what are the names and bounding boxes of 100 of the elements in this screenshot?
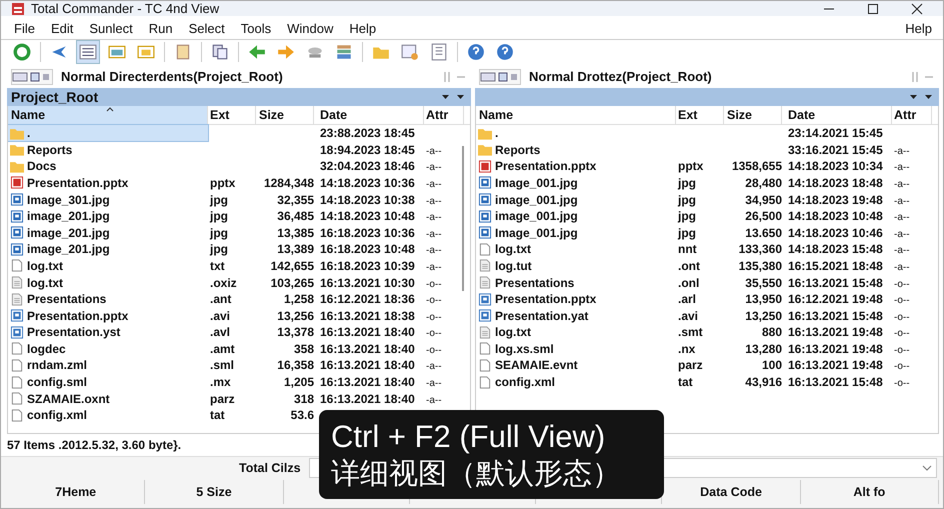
file-attributes: -a-- — [894, 146, 910, 157]
file-ext: jpg — [210, 209, 228, 224]
file-date: 18:94.2023 18:45 — [320, 142, 415, 157]
file-ext: jpg — [678, 176, 696, 190]
file-size: 35,550 — [745, 276, 782, 290]
file-attributes: -a-- — [894, 228, 910, 240]
file-attributes: -a-- — [426, 212, 442, 224]
file-ext: jpg — [210, 242, 228, 256]
file-date: 16:13.2021 10:30 — [320, 276, 415, 290]
file-size: 43,916 — [745, 375, 782, 390]
file-attributes: -a-- — [894, 162, 910, 174]
file-size: 13,378 — [277, 325, 314, 340]
file-attributes: -a-- — [426, 262, 442, 273]
file-attributes: -a-- — [894, 196, 910, 207]
file-ext: tat — [210, 408, 225, 422]
file-ext: .ont — [678, 258, 700, 273]
file-attributes: -o-- — [894, 295, 910, 306]
file-size: 1,258 — [284, 292, 314, 306]
file-ext: jpg — [210, 226, 228, 240]
file-ext: .amt — [210, 342, 235, 356]
file-attributes: -a-- — [426, 361, 442, 372]
file-size: 133,360 — [738, 242, 782, 256]
panel-title: Normal Directerdents(Project_Root) — [61, 69, 283, 84]
file-attributes: -a-- — [426, 178, 442, 190]
file-size: 358 — [294, 342, 314, 356]
file-size: 34,950 — [745, 192, 782, 207]
file-size: 13,950 — [745, 292, 782, 306]
file-attributes: -a-- — [894, 178, 910, 190]
file-attributes: -a-- — [894, 212, 910, 224]
file-attributes: -o-- — [894, 361, 910, 372]
file-attributes: -a-- — [426, 196, 442, 207]
file-attributes: -o-- — [894, 328, 910, 340]
file-date: 14:18.2023 10:46 — [788, 226, 883, 240]
file-size: 142,655 — [270, 258, 314, 273]
file-size: 53.6 — [290, 408, 314, 422]
file-date: 16:13.2021 19:48 — [788, 325, 883, 340]
file-date: 14:18.2023 15:48 — [788, 242, 883, 256]
file-date: 16:18.2023 10:36 — [320, 226, 415, 240]
file-attributes: -o-- — [894, 344, 910, 356]
file-ext: tat — [678, 375, 693, 390]
file-ext: .avi — [210, 308, 230, 323]
file-attributes: -a-- — [426, 228, 442, 240]
file-attributes: -a-- — [894, 262, 910, 273]
file-size: 13,256 — [277, 308, 314, 323]
file-ext: txt — [210, 258, 225, 273]
file-ext: pptx — [678, 159, 704, 174]
file-ext: nnt — [678, 242, 697, 256]
file-size: 1358,655 — [732, 159, 782, 174]
file-date: 16:13.2021 15:48 — [788, 308, 883, 323]
file-size: 28,480 — [745, 176, 782, 190]
window-title: Total Commander - TC 4nd View — [31, 1, 220, 16]
file-date: 16:13.2021 18:40 — [320, 358, 415, 372]
file-size: 135,380 — [738, 258, 782, 273]
file-date: 23:88.2023 18:45 — [320, 126, 415, 140]
file-attributes: -o-- — [894, 312, 910, 323]
file-date: 16:18.2023 10:39 — [320, 258, 415, 273]
path-text: Project_Root — [11, 88, 98, 105]
file-date: 14:18.2023 19:48 — [788, 192, 883, 207]
file-size: 13,250 — [745, 308, 782, 323]
file-date: 32:04.2023 18:46 — [320, 159, 415, 174]
file-date: 14:18.2023 10:48 — [320, 209, 415, 224]
caption-text: 详细视图（默认形态） — [331, 454, 621, 490]
caption-text: Ctrl + F2 (Full View) — [331, 418, 606, 454]
file-size: 318 — [294, 392, 314, 406]
file-attributes: -o-- — [894, 378, 910, 390]
file-attributes: -o-- — [426, 344, 442, 356]
file-attributes: -a-- — [426, 394, 442, 406]
file-date: 16:13.2021 19:48 — [788, 342, 883, 356]
file-ext: .arl — [678, 292, 696, 306]
file-size: 13,389 — [277, 242, 314, 256]
file-ext: .smt — [678, 325, 703, 340]
file-ext: jpg — [210, 192, 228, 207]
file-size: 880 — [762, 325, 782, 340]
file-attributes: -a-- — [894, 245, 910, 256]
file-ext: parz — [678, 358, 703, 372]
file-date: 16:15.2021 18:48 — [788, 258, 883, 273]
file-ext: pptx — [210, 176, 236, 190]
file-attributes: -o-- — [426, 278, 442, 290]
file-ext: .mx — [210, 375, 231, 390]
file-date: 16:18.2023 10:48 — [320, 242, 415, 256]
file-attributes: -o-- — [894, 278, 910, 290]
file-size: 36,485 — [277, 209, 314, 224]
file-date: 23:14.2021 15:45 — [788, 126, 883, 140]
file-date: 16:13.2021 18:40 — [320, 325, 415, 340]
file-date: 14:18.2023 10:48 — [788, 209, 883, 224]
file-size: 100 — [762, 358, 782, 372]
file-ext: .onl — [678, 276, 700, 290]
file-date: 16:13.2021 18:38 — [320, 308, 415, 323]
file-attributes: -o-- — [426, 312, 442, 323]
file-date: 33:16.2021 15:45 — [788, 142, 883, 157]
file-ext: jpg — [678, 209, 696, 224]
file-ext: .avl — [210, 325, 230, 340]
file-date: 16:13.2021 18:40 — [320, 375, 415, 390]
file-attributes: -o-- — [426, 328, 442, 340]
file-attributes: -a-- — [426, 245, 442, 256]
file-size: 16,358 — [277, 358, 314, 372]
file-date: 16:13.2021 18:40 — [320, 342, 415, 356]
file-date: 14:18.2023 18:48 — [788, 176, 883, 190]
file-date: 16:12.2021 19:48 — [788, 292, 883, 306]
file-ext: .sml — [210, 358, 234, 372]
